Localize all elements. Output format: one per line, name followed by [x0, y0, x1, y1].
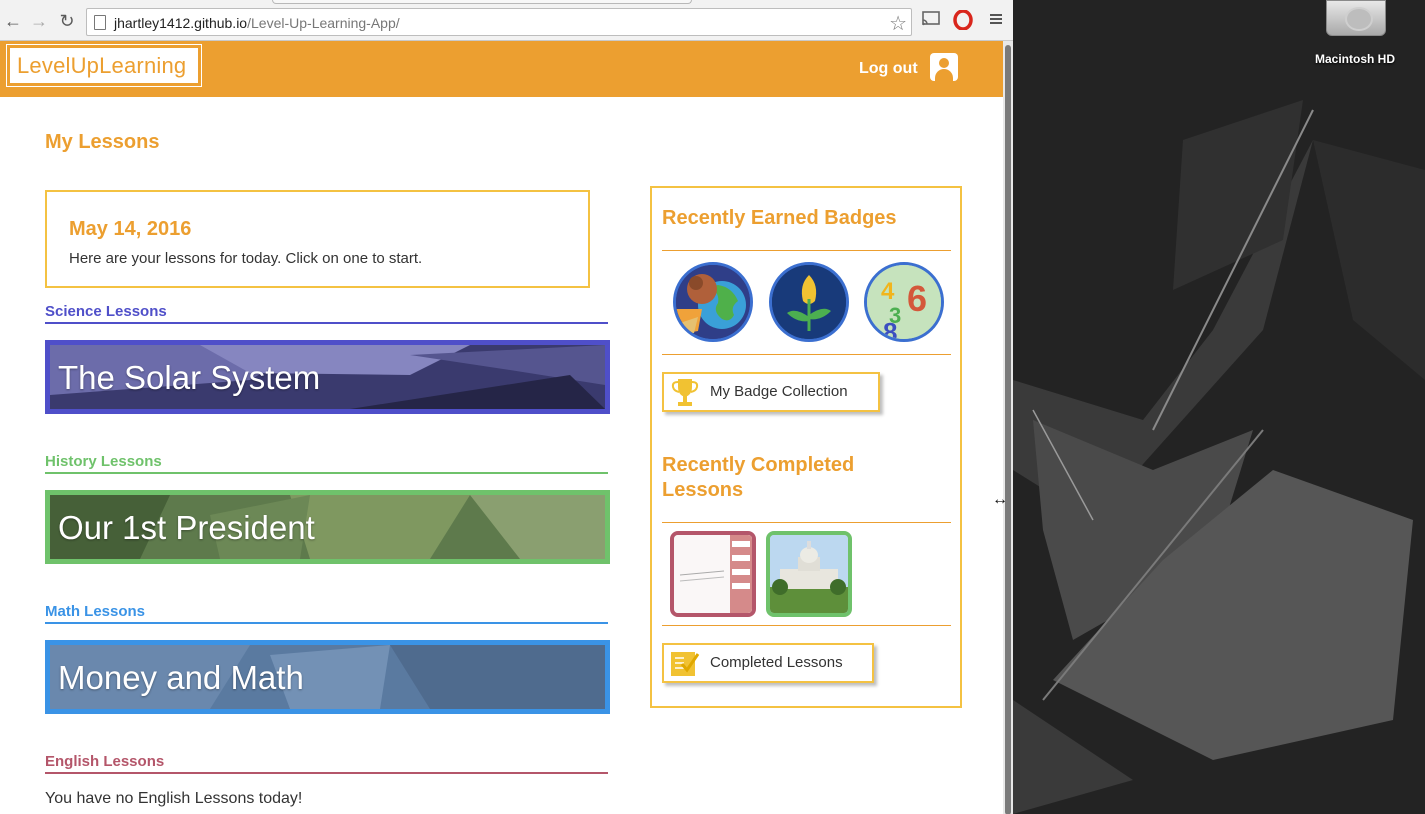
- lesson-card-money-math[interactable]: Money and Math: [45, 640, 610, 714]
- cast-icon[interactable]: [920, 10, 942, 32]
- address-bar[interactable]: jhartley1412.github.io/Level-Up-Learning…: [86, 8, 912, 36]
- browser-window: ← → ↻ jhartley1412.github.io/Level-Up-Le…: [0, 0, 1013, 814]
- badge-collection-button[interactable]: My Badge Collection: [662, 372, 880, 412]
- browser-toolbar: ← → ↻ jhartley1412.github.io/Level-Up-Le…: [0, 0, 1013, 41]
- svg-text:8: 8: [883, 317, 897, 339]
- resize-cursor-icon: ↔: [992, 491, 1008, 508]
- opera-icon[interactable]: [952, 9, 974, 32]
- lesson-card-first-president[interactable]: Our 1st President: [45, 490, 610, 564]
- completed-english-thumb[interactable]: [670, 531, 756, 617]
- lesson-title: The Solar System: [58, 359, 321, 396]
- site-header: LevelUpLearning Log out: [0, 41, 1003, 97]
- logo-text: LevelUpLearning: [10, 48, 198, 83]
- completed-lessons-label: Completed Lessons: [710, 654, 843, 671]
- section-label-english: English Lessons: [45, 753, 165, 770]
- svg-text:6: 6: [907, 278, 927, 319]
- panel-divider: [662, 625, 951, 626]
- globe-badge-icon[interactable]: [673, 262, 753, 342]
- scrollbar-thumb[interactable]: [1005, 45, 1011, 814]
- address-url: jhartley1412.github.io/Level-Up-Learning…: [114, 15, 400, 31]
- flower-badge-icon[interactable]: [769, 262, 849, 342]
- lesson-intro: Here are your lessons for today. Click o…: [69, 250, 423, 267]
- date-card: May 14, 2016 Here are your lessons for t…: [45, 190, 590, 288]
- logout-link[interactable]: Log out: [859, 60, 918, 78]
- section-divider: [45, 472, 608, 474]
- checklist-icon: [671, 652, 700, 676]
- lesson-card-solar-system[interactable]: The Solar System: [45, 340, 610, 414]
- badges-heading: Recently Earned Badges: [662, 207, 897, 229]
- reload-icon[interactable]: ↻: [56, 10, 78, 32]
- hard-drive-icon[interactable]: [1326, 0, 1386, 36]
- bookmark-star-icon[interactable]: ☆: [889, 11, 907, 36]
- section-divider: [45, 622, 608, 624]
- completed-heading-line1: Recently Completed: [662, 454, 855, 476]
- browser-tab[interactable]: [272, 0, 692, 4]
- empty-lessons-message: You have no English Lessons today!: [45, 790, 303, 807]
- page-scrollbar[interactable]: [1003, 41, 1013, 814]
- achievements-panel: Recently Earned Badges 4 6 3 8 My Badge …: [650, 186, 962, 708]
- panel-divider: [662, 250, 951, 251]
- page-icon: [94, 15, 106, 30]
- completed-heading-line2: Lessons: [662, 479, 744, 501]
- lesson-title: Our 1st President: [58, 509, 315, 546]
- site-logo[interactable]: LevelUpLearning: [6, 44, 202, 87]
- section-divider: [45, 772, 608, 774]
- section-label-math: Math Lessons: [45, 603, 146, 620]
- menu-icon[interactable]: [985, 10, 1007, 32]
- page-title: My Lessons: [45, 131, 160, 153]
- panel-divider: [662, 354, 951, 355]
- section-label-science: Science Lessons: [45, 303, 167, 320]
- back-icon[interactable]: ←: [2, 10, 24, 32]
- completed-history-thumb[interactable]: [766, 531, 852, 617]
- url-host: jhartley1412.github.io: [114, 15, 248, 31]
- badge-collection-label: My Badge Collection: [710, 383, 848, 400]
- web-page: LevelUpLearning Log out My Lessons May 1…: [0, 41, 1003, 814]
- section-divider: [45, 322, 608, 324]
- svg-text:4: 4: [881, 278, 895, 305]
- numbers-badge-icon[interactable]: 4 6 3 8: [864, 262, 944, 342]
- lesson-title: Money and Math: [58, 659, 304, 696]
- trophy-icon: [671, 379, 699, 406]
- completed-lessons-button[interactable]: Completed Lessons: [662, 643, 874, 683]
- desktop-background: [1013, 0, 1425, 814]
- forward-icon[interactable]: →: [28, 10, 50, 32]
- user-icon[interactable]: [930, 53, 958, 81]
- section-label-history: History Lessons: [45, 453, 162, 470]
- panel-divider: [662, 522, 951, 523]
- url-path: /Level-Up-Learning-App/: [247, 15, 400, 31]
- hard-drive-label: Macintosh HD: [1314, 52, 1395, 66]
- lesson-date: May 14, 2016: [69, 218, 192, 240]
- desktop-wallpaper: [1013, 0, 1425, 814]
